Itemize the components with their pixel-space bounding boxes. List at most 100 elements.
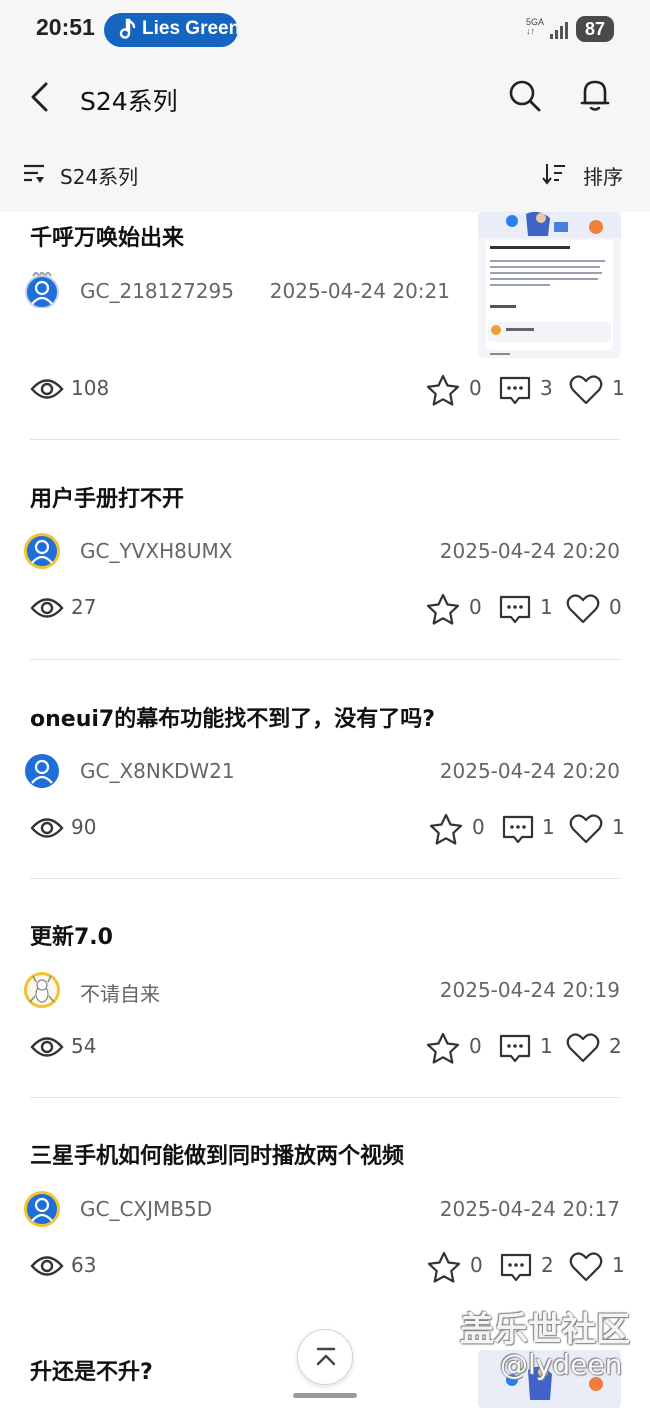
post-date: 2025-04-24 20:20 [439, 539, 620, 563]
heart-icon[interactable] [569, 813, 603, 845]
view-count: 90 [71, 815, 97, 839]
post-stats: 54 0 1 2 [0, 1028, 650, 1068]
favorite-count: 0 [469, 1034, 482, 1058]
scroll-to-top-button[interactable] [297, 1329, 353, 1385]
post-date: 2025-04-24 20:19 [439, 978, 620, 1002]
heart-icon[interactable] [566, 1032, 600, 1064]
like-count: 0 [609, 595, 622, 619]
post-author[interactable]: GC_YVXH8UMX [80, 539, 232, 563]
eye-icon [30, 1037, 64, 1057]
post-date: 2025-04-24 20:21 [269, 279, 450, 303]
eye-icon [30, 598, 64, 618]
divider [30, 439, 620, 440]
back-arrow-icon[interactable] [26, 80, 54, 114]
comment-icon[interactable] [498, 593, 532, 625]
post-item[interactable]: oneui7的幕布功能找不到了，没有了吗? GC_X8NKDW21 2025-0… [0, 661, 650, 880]
view-count: 108 [71, 376, 110, 400]
comment-icon[interactable] [501, 813, 535, 845]
post-date: 2025-04-24 20:17 [439, 1197, 620, 1221]
post-author[interactable]: 不请自来 [80, 978, 160, 1007]
thumbnail-illustration-icon [478, 212, 621, 355]
page-title: S24系列 [80, 87, 178, 116]
search-icon[interactable] [507, 78, 543, 114]
avatar-icon[interactable] [24, 1191, 60, 1227]
comment-count: 2 [541, 1253, 554, 1277]
avatar-icon[interactable] [24, 272, 60, 308]
battery-indicator: 87 [576, 16, 614, 42]
status-bar: 20:51 Lies Greens 5GA↓↑ 87 [0, 0, 650, 60]
post-stats: 27 0 1 0 [0, 589, 650, 629]
favorite-count: 0 [470, 1253, 483, 1277]
comment-count: 1 [540, 1034, 553, 1058]
avatar-icon[interactable] [24, 753, 60, 789]
view-count: 63 [71, 1253, 97, 1277]
home-indicator[interactable] [293, 1393, 357, 1398]
sort-icon [542, 164, 565, 185]
like-count: 1 [612, 815, 625, 839]
like-count: 2 [609, 1034, 622, 1058]
bell-icon[interactable] [577, 76, 613, 114]
avatar-icon[interactable] [24, 533, 60, 569]
like-count: 1 [612, 1253, 625, 1277]
post-title: oneui7的幕布功能找不到了，没有了吗? [30, 707, 435, 732]
star-icon[interactable] [427, 1251, 461, 1283]
star-icon[interactable] [426, 1032, 460, 1064]
filter-icon [24, 164, 44, 183]
post-stats: 90 0 1 1 [0, 809, 650, 849]
eye-icon [30, 379, 64, 399]
heart-icon[interactable] [566, 593, 600, 625]
heart-icon[interactable] [569, 1251, 603, 1283]
post-stats: 63 0 2 1 [0, 1247, 650, 1287]
app-header: S24系列 [0, 60, 650, 134]
comment-count: 1 [542, 815, 555, 839]
signal-icon [550, 22, 568, 39]
view-count: 54 [71, 1034, 97, 1058]
view-count: 27 [71, 595, 97, 619]
post-item[interactable]: 更新7.0 不请自来 2025-04-24 20:19 54 0 1 2 [0, 880, 650, 1099]
post-title: 用户手册打不开 [30, 487, 185, 512]
post-title: 更新7.0 [30, 925, 113, 950]
avatar-icon[interactable] [24, 972, 60, 1008]
star-icon[interactable] [426, 374, 460, 406]
chevron-up-icon [316, 1347, 336, 1366]
filter-label: S24系列 [60, 165, 139, 189]
post-date: 2025-04-24 20:20 [439, 759, 620, 783]
sort-label: 排序 [583, 165, 623, 189]
comment-icon[interactable] [498, 1032, 532, 1064]
star-icon[interactable] [426, 593, 460, 625]
heart-icon[interactable] [569, 374, 603, 406]
post-stats: 108 0 3 1 [0, 370, 650, 410]
like-count: 1 [612, 376, 625, 400]
divider [30, 1097, 620, 1098]
comment-icon[interactable] [498, 374, 532, 406]
comment-count: 1 [540, 595, 553, 619]
post-author[interactable]: GC_X8NKDW21 [80, 759, 235, 783]
post-author[interactable]: GC_CXJMB5D [80, 1197, 212, 1221]
post-thumbnail[interactable] [478, 212, 621, 358]
favorite-count: 0 [469, 376, 482, 400]
media-song-title: Lies Greens [142, 18, 238, 39]
media-playing-pill[interactable]: Lies Greens [104, 13, 238, 47]
divider [30, 659, 620, 660]
status-time: 20:51 [36, 14, 95, 40]
watermark-site: 盖乐世社区 [460, 1310, 630, 1350]
music-note-icon [119, 18, 136, 39]
comment-count: 3 [540, 376, 553, 400]
eye-icon [30, 1256, 64, 1276]
sort-button[interactable]: 排序 [540, 154, 630, 194]
post-item[interactable]: 用户手册打不开 GC_YVXH8UMX 2025-04-24 20:20 27 … [0, 441, 650, 661]
post-item[interactable]: 三星手机如何能做到同时播放两个视频 GC_CXJMB5D 2025-04-24 … [0, 1099, 650, 1318]
eye-icon [30, 818, 64, 838]
divider [30, 878, 620, 879]
post-title: 千呼万唤始出来 [30, 226, 185, 251]
favorite-count: 0 [469, 595, 482, 619]
filter-bar: S24系列 排序 [0, 134, 650, 212]
network-type: 5GA ↓↑ [526, 17, 545, 36]
comment-icon[interactable] [499, 1251, 533, 1283]
post-author[interactable]: GC_218127295 [80, 279, 234, 303]
favorite-count: 0 [472, 815, 485, 839]
star-icon[interactable] [429, 813, 463, 845]
watermark-handle: @lydeen [500, 1348, 623, 1381]
post-title: 升还是不升? [30, 1360, 153, 1385]
post-title: 三星手机如何能做到同时播放两个视频 [30, 1144, 405, 1169]
